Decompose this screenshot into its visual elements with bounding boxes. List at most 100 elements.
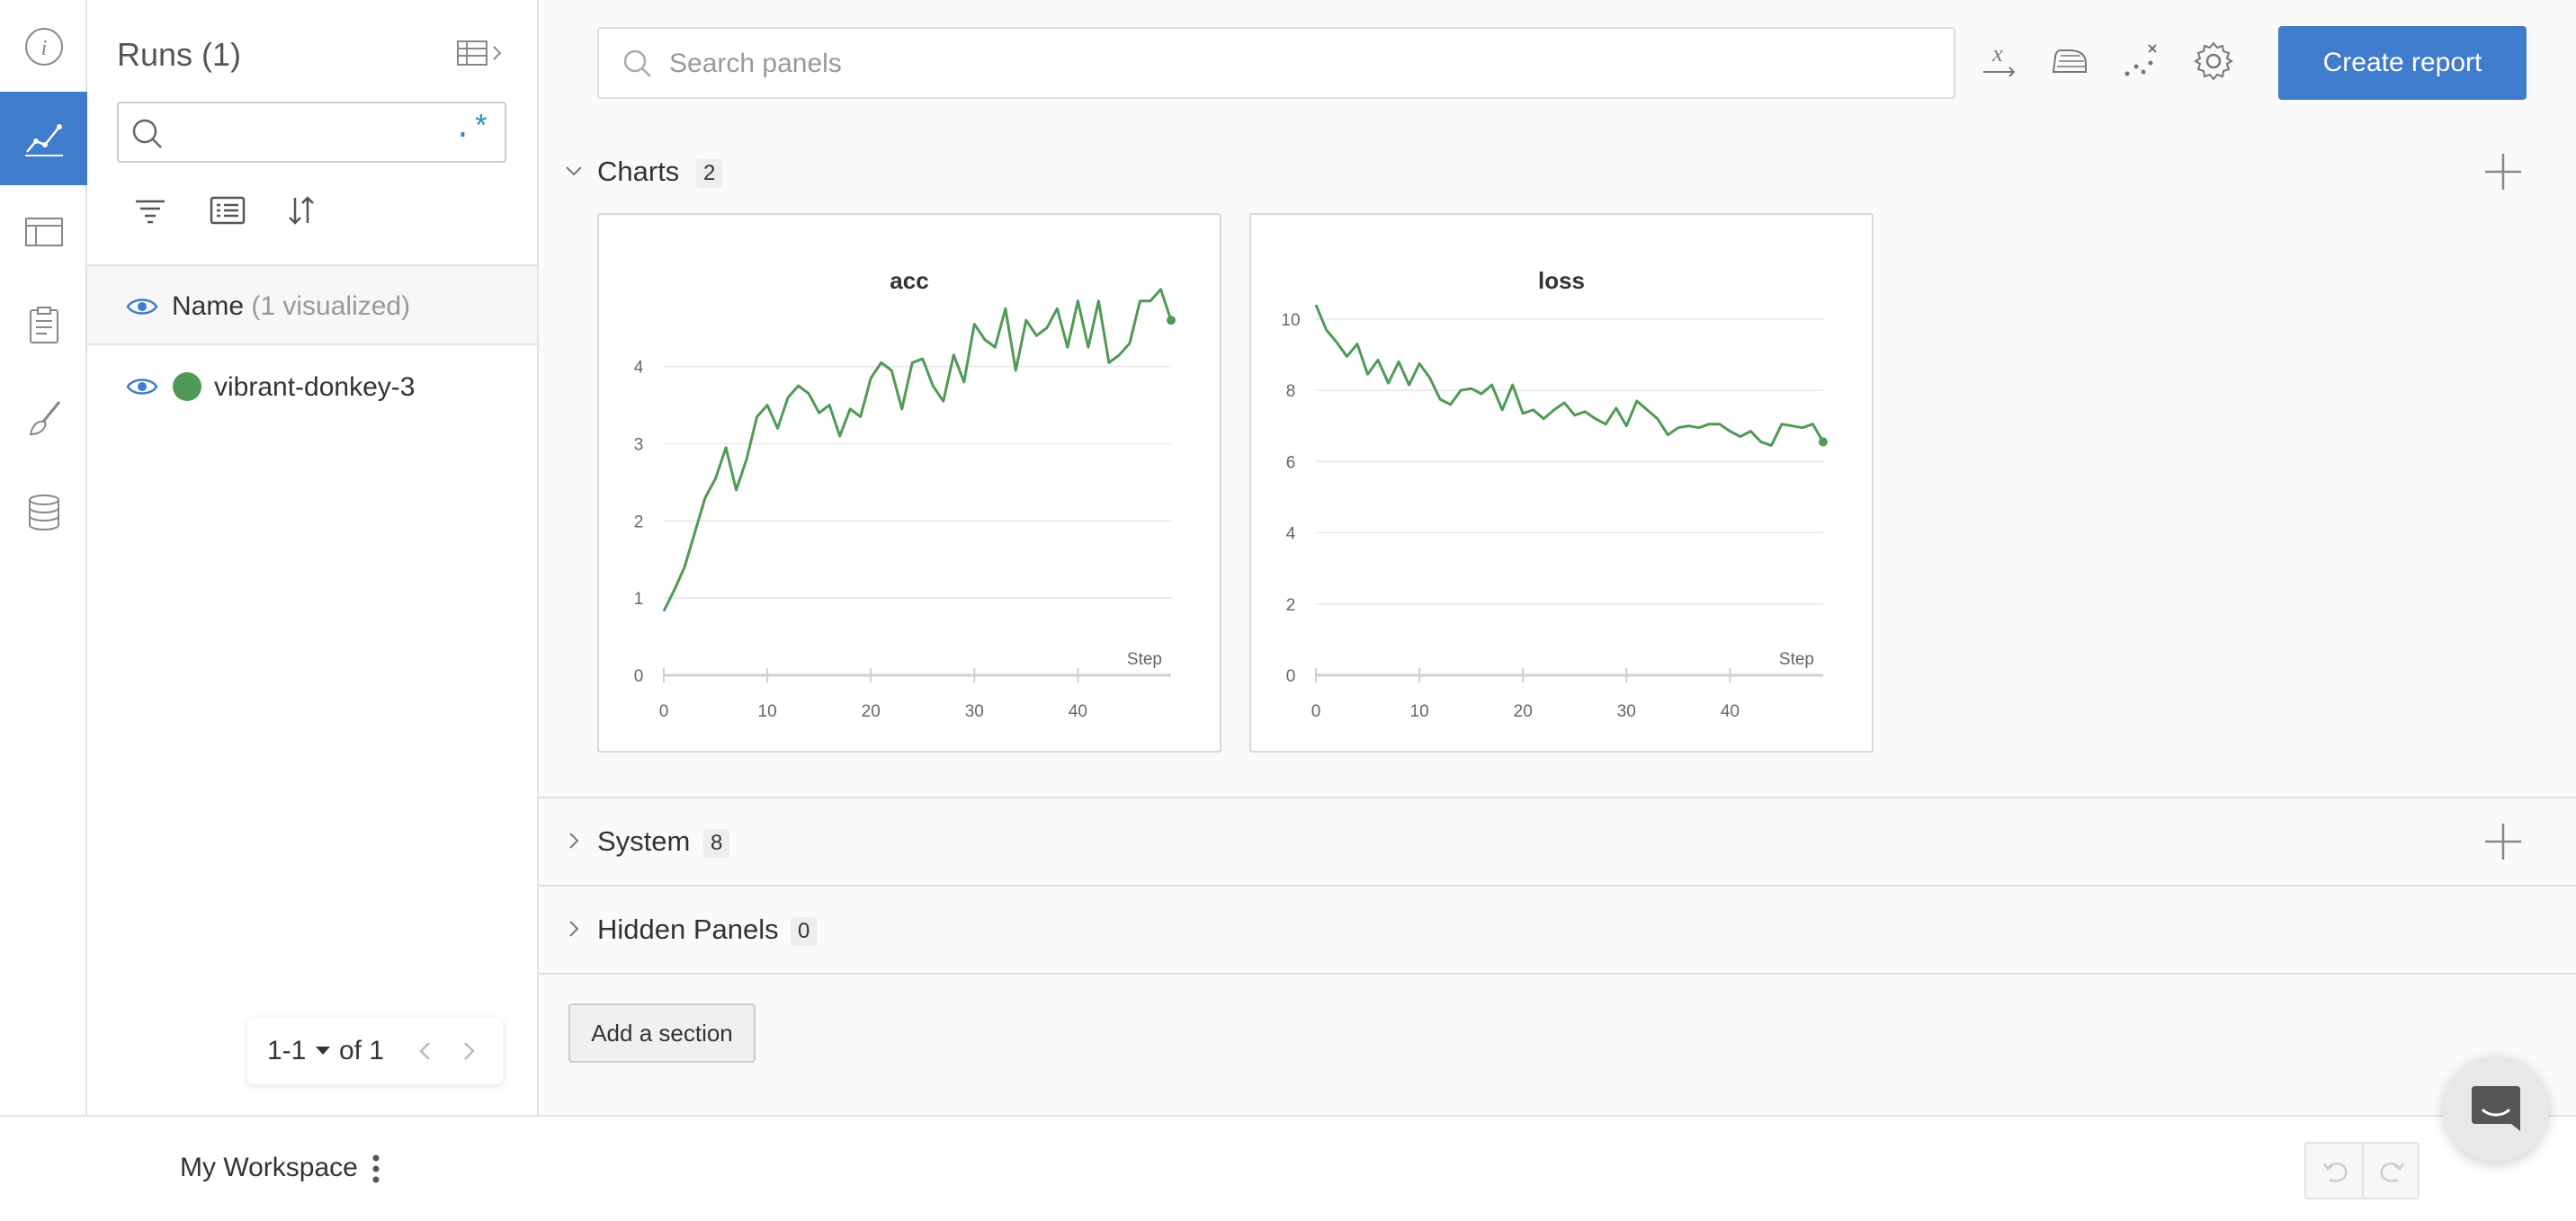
section-count: 8 xyxy=(703,829,730,858)
y-tick-label: 4 xyxy=(634,359,644,378)
line-chart: 0 2 4 6 8 10 0 10 20 30 40 Step xyxy=(1281,304,1828,721)
charts-rail-button[interactable] xyxy=(0,92,87,185)
search-icon xyxy=(132,119,162,148)
svg-text:x: x xyxy=(1991,40,2003,67)
section-divider xyxy=(539,885,2576,887)
section-hidden-panels[interactable]: Hidden Panels 0 xyxy=(539,888,2576,975)
panel-search-input[interactable] xyxy=(669,41,1910,86)
x-tick-label: 0 xyxy=(1311,702,1321,721)
x-axis-label: Step xyxy=(1779,650,1814,669)
reports-rail-button[interactable] xyxy=(0,279,87,372)
section-title: Charts xyxy=(597,156,680,187)
section-title: Hidden Panels xyxy=(597,914,779,945)
sweep-brush-icon xyxy=(29,401,60,436)
y-tick-label: 0 xyxy=(1286,667,1296,686)
chart-panel-loss[interactable]: loss 0 2 4 6 8 10 0 10 20 30 40 Step xyxy=(1249,213,1874,753)
section-charts[interactable]: Charts 2 xyxy=(539,130,2576,217)
expand-table-icon[interactable] xyxy=(456,38,506,70)
y-tick-label: 4 xyxy=(1286,525,1296,544)
smoothing-iron-icon[interactable] xyxy=(2048,40,2091,83)
x-tick-label: 30 xyxy=(965,702,984,721)
runs-panel: Runs (1) .* Name (1 visualized) vibrant-… xyxy=(87,0,539,1115)
charts-icon xyxy=(24,124,63,156)
chat-icon xyxy=(2472,1086,2520,1131)
create-report-button[interactable]: Create report xyxy=(2278,26,2527,100)
run-color-dot[interactable] xyxy=(173,372,201,401)
table-icon xyxy=(24,218,63,246)
sweeps-rail-button[interactable] xyxy=(0,372,87,466)
name-column-header: Name (1 visualized) xyxy=(172,291,410,322)
section-divider xyxy=(539,797,2576,798)
run-row[interactable]: vibrant-donkey-3 xyxy=(87,345,537,426)
info-icon: i xyxy=(24,28,63,66)
svg-text:i: i xyxy=(40,37,47,60)
table-rail-button[interactable] xyxy=(0,185,87,279)
database-icon xyxy=(28,495,59,531)
x-axis-label: Step xyxy=(1127,650,1162,669)
series-endpoint xyxy=(1819,437,1828,447)
x-tick-label: 30 xyxy=(1617,702,1636,721)
x-tick-label: 10 xyxy=(758,702,777,721)
section-count: 0 xyxy=(791,917,818,946)
page-range-select[interactable]: 1-1 xyxy=(267,1036,306,1066)
x-tick-label: 40 xyxy=(1069,702,1087,721)
bottom-bar: My Workspace xyxy=(0,1115,2576,1221)
more-vertical-icon[interactable] xyxy=(367,1153,385,1185)
y-tick-label: 3 xyxy=(634,436,644,455)
info-rail-button[interactable]: i xyxy=(0,0,87,94)
y-tick-label: 8 xyxy=(1286,382,1296,401)
support-chat-button[interactable] xyxy=(2443,1056,2549,1162)
sort-icon[interactable] xyxy=(282,191,321,230)
main-workspace: x Create report Charts 2 acc 01234010203… xyxy=(539,0,2576,1115)
x-axis-icon[interactable]: x xyxy=(1978,40,2021,83)
eye-icon[interactable] xyxy=(126,376,158,397)
y-tick-label: 1 xyxy=(634,590,644,609)
settings-gear-icon[interactable] xyxy=(2192,40,2235,83)
filter-icon[interactable] xyxy=(130,191,170,230)
series-endpoint xyxy=(1167,316,1176,325)
chevron-left-icon[interactable] xyxy=(413,1038,438,1065)
runs-table-header: Name (1 visualized) xyxy=(87,264,537,345)
workspace-name[interactable]: My Workspace xyxy=(180,1153,358,1183)
eye-icon[interactable] xyxy=(126,296,158,317)
section-title: System xyxy=(597,825,691,857)
search-icon xyxy=(623,49,651,77)
section-system[interactable]: System 8 xyxy=(539,800,2576,887)
chevron-right-icon[interactable] xyxy=(564,831,584,851)
run-name[interactable]: vibrant-donkey-3 xyxy=(214,372,415,403)
y-tick-label: 0 xyxy=(634,667,644,686)
chevron-right-icon[interactable] xyxy=(564,919,584,939)
caret-down-icon[interactable] xyxy=(316,1047,330,1055)
undo-redo-group xyxy=(2304,1142,2419,1199)
chevron-down-icon[interactable] xyxy=(564,161,584,181)
x-tick-label: 40 xyxy=(1721,702,1740,721)
regex-toggle[interactable]: .* xyxy=(453,112,490,147)
redo-icon[interactable] xyxy=(2376,1156,2409,1189)
artifacts-rail-button[interactable] xyxy=(0,466,87,559)
y-tick-label: 2 xyxy=(634,512,644,531)
panel-search-box xyxy=(597,27,1955,99)
chart-panel-acc[interactable]: acc 0 1 2 3 4 0 10 20 30 40 Step xyxy=(597,213,1221,753)
outliers-icon[interactable] xyxy=(2120,40,2163,83)
x-tick-label: 0 xyxy=(659,702,669,721)
group-list-icon[interactable] xyxy=(208,191,247,230)
runs-search-box: .* xyxy=(117,102,506,163)
y-tick-label: 2 xyxy=(1286,596,1296,615)
add-panel-icon[interactable] xyxy=(2482,820,2525,863)
add-section-button[interactable]: Add a section xyxy=(568,1003,756,1063)
add-panel-icon[interactable] xyxy=(2482,150,2525,193)
pagination: 1-1 of 1 xyxy=(247,1018,503,1084)
runs-search-input[interactable] xyxy=(173,111,443,156)
page-total: of 1 xyxy=(339,1036,385,1065)
y-tick-label: 10 xyxy=(1281,311,1300,330)
chevron-right-icon[interactable] xyxy=(456,1038,481,1065)
y-tick-label: 6 xyxy=(1286,453,1296,472)
section-count: 2 xyxy=(696,159,723,188)
section-divider xyxy=(539,973,2576,975)
icon-rail: i xyxy=(0,0,87,1115)
undo-icon[interactable] xyxy=(2319,1156,2351,1189)
visualized-count: (1 visualized) xyxy=(251,291,411,321)
series-line[interactable] xyxy=(662,288,1173,612)
runs-title: Runs (1) xyxy=(117,36,242,73)
series-line[interactable] xyxy=(1314,304,1825,447)
